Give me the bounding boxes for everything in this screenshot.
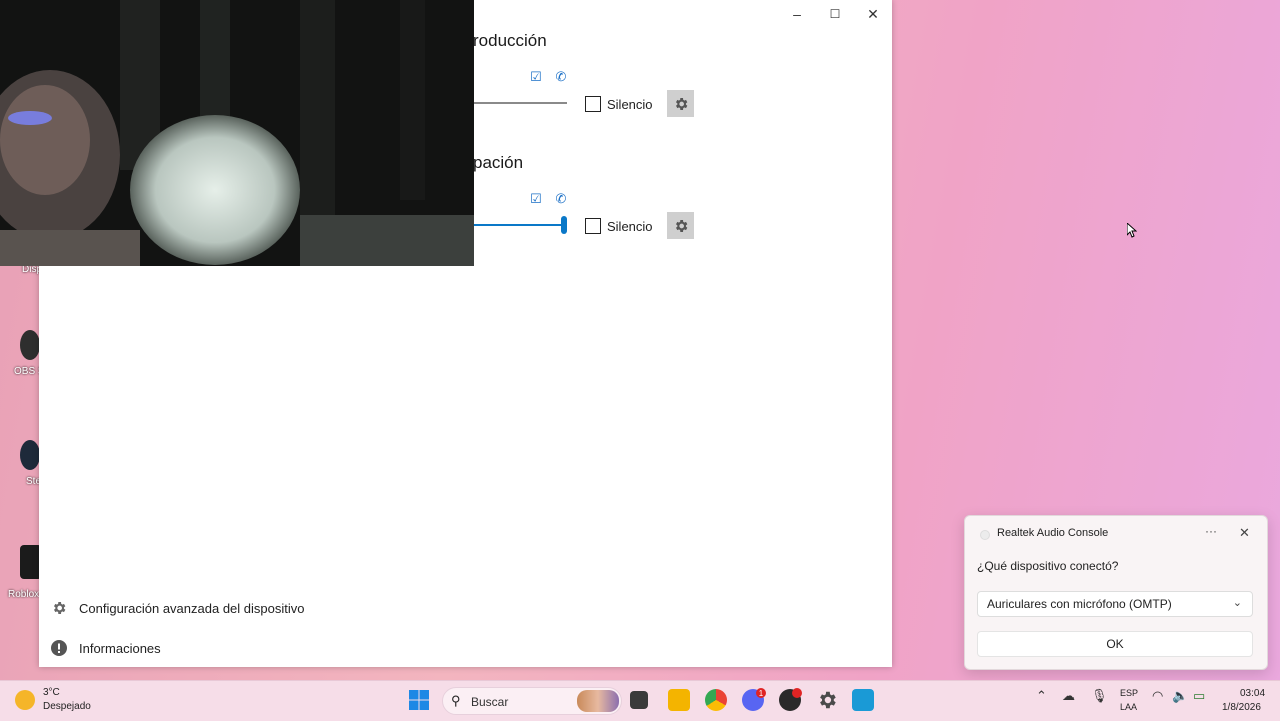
clock-time[interactable]: 03:04 [1240, 688, 1265, 699]
show-hidden-icons-chevron-icon[interactable]: ⌃ [1036, 688, 1047, 704]
ok-button[interactable]: OK [977, 631, 1253, 657]
minimize-icon: – [793, 6, 801, 22]
file-explorer-icon[interactable] [668, 689, 690, 711]
taskbar: 3°C Despejado ⚲ Buscar 1 ⌃ ☁ 🎙 ESP LAA ◠… [0, 680, 1280, 721]
playback-mute-checkbox[interactable] [585, 96, 601, 112]
advanced-settings-link[interactable]: Configuración avanzada del dispositivo [51, 600, 304, 616]
close-icon: ✕ [867, 5, 879, 22]
chrome-icon[interactable] [705, 689, 727, 711]
mouse-cursor-icon [1127, 223, 1137, 238]
notification-close-button[interactable]: ✕ [1239, 525, 1250, 541]
more-options-button[interactable]: ··· [1205, 524, 1217, 538]
desktop-icon-obs[interactable]: OBS S [0, 330, 45, 400]
maximize-icon: ☐ [829, 7, 841, 21]
info-icon [51, 640, 67, 656]
webcam-scene-image [0, 0, 474, 266]
battery-icon[interactable]: ▭ [1193, 688, 1205, 704]
recording-slider-thumb[interactable] [561, 216, 567, 234]
language-indicator[interactable]: ESP [1120, 688, 1138, 698]
phone-call-icon[interactable]: ✆ [553, 69, 569, 85]
checkmark-edit-icon[interactable]: ☑ [528, 69, 544, 85]
info-link[interactable]: Informaciones [51, 640, 161, 656]
minimize-button[interactable]: – [778, 2, 816, 26]
checkmark-edit-icon[interactable]: ☑ [528, 191, 544, 207]
gear-icon [51, 600, 67, 616]
recording-mute-checkbox[interactable] [585, 218, 601, 234]
notification-question: ¿Qué dispositivo conectó? [977, 559, 1119, 573]
recording-volume-slider[interactable] [474, 224, 564, 226]
onedrive-icon[interactable]: ☁ [1062, 688, 1075, 704]
webcam-preview [0, 0, 474, 266]
info-label: Informaciones [79, 640, 161, 656]
playback-section-title: roducción [473, 31, 547, 50]
wifi-icon[interactable]: ◠ [1152, 688, 1163, 704]
realtek-audio-console-icon[interactable] [852, 689, 874, 711]
search-highlight-image [577, 690, 619, 712]
desktop-icon-roblox[interactable]: Roblox [0, 545, 42, 615]
obs-notification-dot [792, 688, 802, 698]
search-icon: ⚲ [451, 693, 461, 708]
device-select[interactable]: Auriculares con micrófono (OMTP) ⌄ [977, 591, 1253, 617]
search-placeholder: Buscar [471, 695, 509, 709]
chevron-down-icon: ⌄ [1232, 597, 1242, 609]
taskview-app-icon[interactable] [630, 691, 648, 709]
gear-icon [675, 97, 687, 110]
device-select-value: Auriculares con micrófono (OMTP) [987, 597, 1172, 611]
realtek-notification: Realtek Audio Console ··· ✕ ¿Qué disposi… [964, 515, 1268, 670]
phone-call-icon[interactable]: ✆ [553, 191, 569, 207]
microphone-icon[interactable]: 🎙 [1091, 688, 1108, 704]
keyboard-layout-indicator[interactable]: LAA [1120, 702, 1137, 712]
playback-settings-button[interactable] [667, 90, 694, 117]
volume-icon[interactable]: 🔈 [1172, 688, 1188, 704]
advanced-settings-label: Configuración avanzada del dispositivo [79, 600, 305, 616]
discord-notification-badge: 1 [756, 688, 766, 698]
settings-gear-icon[interactable] [816, 689, 838, 711]
weather-temperature[interactable]: 3°C [43, 687, 60, 698]
notification-app-name: Realtek Audio Console [997, 527, 1109, 539]
desktop-icon-steam[interactable]: Ste [0, 440, 41, 510]
windows-start-button[interactable] [408, 689, 430, 711]
playback-mute-label: Silencio [607, 97, 653, 112]
close-button[interactable]: ✕ [854, 2, 892, 26]
weather-status[interactable]: Despejado [43, 701, 91, 712]
recording-section-title: pación [473, 153, 524, 172]
obs-icon [20, 330, 40, 360]
gear-icon [675, 219, 687, 232]
steam-icon [20, 440, 40, 470]
windows-logo-icon [409, 690, 429, 710]
taskbar-search-box[interactable]: ⚲ Buscar [442, 687, 622, 715]
app-icon [980, 530, 990, 540]
weather-moon-icon[interactable] [15, 690, 35, 710]
recording-settings-button[interactable] [667, 212, 694, 239]
desktop-icon-label: Roblox [8, 589, 40, 600]
playback-volume-slider[interactable] [474, 102, 567, 104]
clock-date[interactable]: 1/8/2026 [1222, 702, 1261, 713]
recording-mute-label: Silencio [607, 219, 653, 234]
maximize-button[interactable]: ☐ [816, 2, 854, 26]
